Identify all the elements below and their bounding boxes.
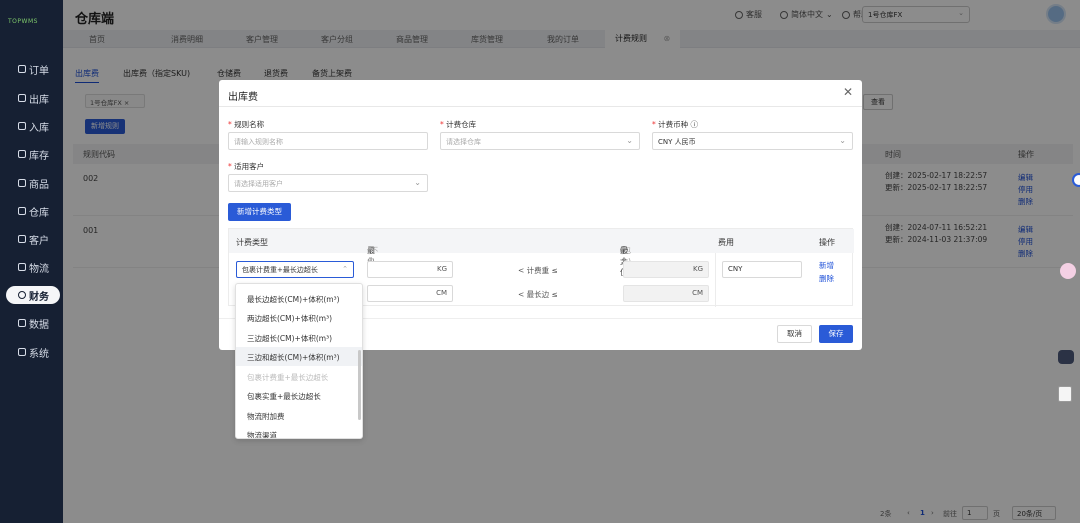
- rule-name-input[interactable]: 请输入规则名称: [228, 132, 428, 150]
- unit-label: KG: [436, 265, 447, 273]
- warehouse-icon: [18, 207, 26, 215]
- sidebar-item-product[interactable]: 商品: [6, 174, 60, 192]
- warehouse-select-placeholder: 请选择仓库: [446, 138, 481, 146]
- warehouse-label-text: 计费仓库: [446, 120, 477, 129]
- max-length-input[interactable]: CM: [623, 285, 709, 302]
- sidebar: TOPWMS 订单 出库 入库 库存 商品 仓库 客户 物流 财务 数据 系统: [0, 0, 63, 523]
- sidebar-item-inventory[interactable]: 库存: [6, 145, 60, 163]
- currency-select[interactable]: CNY 人民币 ⌄: [652, 132, 853, 150]
- currency-label-text: 计费币种: [658, 120, 689, 129]
- document-icon[interactable]: [1058, 386, 1072, 402]
- chevron-down-icon: ⌄: [414, 178, 421, 187]
- question-icon[interactable]: ⓘ: [620, 245, 628, 256]
- divider: [219, 106, 862, 107]
- dropdown-option[interactable]: 物流附加费: [236, 406, 362, 425]
- inventory-icon: [18, 150, 26, 158]
- rule-name-label: * 规则名称: [228, 120, 265, 129]
- sidebar-item-system[interactable]: 系统: [6, 343, 60, 361]
- customer-select[interactable]: 请选择适用客户 ⌄: [228, 174, 428, 192]
- delete-row-link[interactable]: 删除: [819, 273, 834, 284]
- sidebar-item-label: 物流: [29, 263, 49, 275]
- dropdown-option[interactable]: 包裹实重+最长边超长: [236, 386, 362, 405]
- sidebar-item-warehouse[interactable]: 仓库: [6, 202, 60, 220]
- logistics-icon: [18, 263, 26, 271]
- collapse-icon[interactable]: [1072, 173, 1080, 187]
- sidebar-item-outbound[interactable]: 出库: [6, 89, 60, 107]
- max-weight-input[interactable]: KG: [623, 261, 709, 278]
- fee-input[interactable]: CNY: [722, 261, 802, 278]
- dropdown-option[interactable]: 物流渠道: [236, 425, 362, 438]
- data-icon: [18, 319, 26, 327]
- finance-icon: [18, 291, 26, 299]
- order-icon: [18, 65, 26, 73]
- question-icon[interactable]: ⓘ: [691, 120, 699, 129]
- sidebar-item-customer[interactable]: 客户: [6, 230, 60, 248]
- logo: TOPWMS: [8, 18, 38, 25]
- min-weight-input[interactable]: KG: [367, 261, 453, 278]
- billing-type-value: 包裹计费重+最长边超长: [242, 266, 318, 274]
- dropdown-option-disabled: 包裹计费重+最长边超长: [247, 373, 329, 382]
- warehouse-label: * 计费仓库: [440, 120, 477, 129]
- warehouse-select[interactable]: 请选择仓库 ⌄: [440, 132, 640, 150]
- billing-table-header: 计费类型 最小值 (不包含) 最大值 (包含) ⓘ 费用 操作: [229, 229, 854, 277]
- sidebar-item-label: 系统: [29, 348, 49, 360]
- length-condition: < 最长边 ≤: [518, 290, 558, 299]
- sidebar-item-finance[interactable]: 财务: [6, 286, 60, 304]
- chevron-down-icon: ⌄: [839, 136, 846, 145]
- assistant-icon[interactable]: [1060, 263, 1076, 279]
- dropdown-option[interactable]: 最长边超长(CM)+体积(m³): [236, 289, 362, 308]
- sidebar-item-logistics[interactable]: 物流: [6, 258, 60, 276]
- add-row-link[interactable]: 新增: [819, 260, 834, 271]
- col-billing-type: 计费类型: [236, 238, 268, 247]
- col-fee: 费用: [718, 238, 734, 247]
- dropdown-scrollbar[interactable]: [358, 350, 361, 420]
- sidebar-item-label: 出库: [29, 94, 49, 106]
- sidebar-item-label: 商品: [29, 179, 49, 191]
- sidebar-item-inbound[interactable]: 入库: [6, 117, 60, 135]
- modal-title: 出库费: [228, 92, 258, 103]
- col-ops: 操作: [819, 238, 835, 247]
- inbound-icon: [18, 122, 26, 130]
- customer-select-placeholder: 请选择适用客户: [234, 180, 283, 188]
- customer-label-text: 适用客户: [234, 162, 265, 171]
- customer-label: * 适用客户: [228, 162, 265, 171]
- sidebar-item-label: 数据: [29, 319, 49, 331]
- system-icon: [18, 348, 26, 356]
- sidebar-item-label: 客户: [29, 235, 49, 247]
- sidebar-item-label: 库存: [29, 150, 49, 162]
- sidebar-item-order[interactable]: 订单: [6, 60, 60, 78]
- product-icon: [18, 179, 26, 187]
- billing-type-dropdown: 最长边超长(CM)+体积(m³) 两边超长(CM)+体积(m³) 三边超长(CM…: [235, 283, 363, 439]
- outbound-icon: [18, 94, 26, 102]
- unit-label: CM: [436, 289, 447, 297]
- sidebar-item-data[interactable]: 数据: [6, 314, 60, 332]
- sidebar-item-label: 入库: [29, 122, 49, 134]
- dropdown-option[interactable]: 三边超长(CM)+体积(m³): [236, 328, 362, 347]
- dropdown-option[interactable]: 三边和超长(CM)+体积(m³): [236, 347, 362, 366]
- currency-label: * 计费币种 ⓘ: [652, 120, 699, 129]
- add-billing-type-button[interactable]: 新增计费类型: [228, 203, 291, 221]
- chevron-down-icon: ⌄: [626, 136, 633, 145]
- weight-condition: < 计费重 ≤: [518, 266, 558, 275]
- billing-type-select[interactable]: 包裹计费重+最长边超长 ⌃: [236, 261, 354, 278]
- unit-label: KG: [692, 265, 703, 273]
- currency-select-value: CNY 人民币: [658, 138, 696, 146]
- close-icon[interactable]: ✕: [843, 85, 853, 99]
- robot-icon[interactable]: [1058, 350, 1074, 364]
- divider: [715, 253, 716, 307]
- cancel-button[interactable]: 取消: [777, 325, 812, 343]
- unit-label: CM: [692, 289, 703, 297]
- dropdown-option[interactable]: 两边超长(CM)+体积(m³): [236, 308, 362, 327]
- rule-name-label-text: 规则名称: [234, 120, 265, 129]
- chevron-up-icon: ⌃: [342, 265, 348, 273]
- min-length-input[interactable]: CM: [367, 285, 453, 302]
- sidebar-item-label: 仓库: [29, 207, 49, 219]
- save-button[interactable]: 保存: [819, 325, 853, 343]
- customer-icon: [18, 235, 26, 243]
- sidebar-item-label: 财务: [29, 291, 49, 303]
- sidebar-item-label: 订单: [29, 65, 49, 77]
